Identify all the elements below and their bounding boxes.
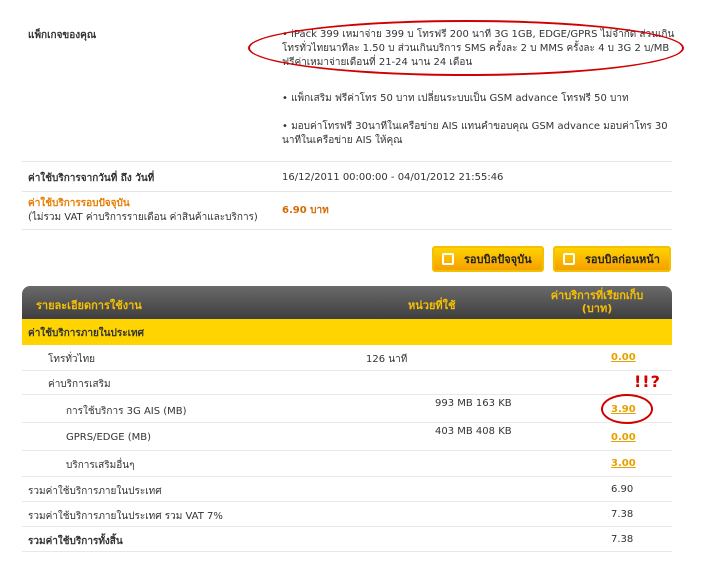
domestic-section: ค่าใช้บริการภายในประเทศ — [22, 319, 672, 345]
package-bullet-3: • มอบค่าโทรฟรี 30นาทีในเครือข่าย AIS แทน… — [282, 121, 668, 146]
grand-total-label: รวมค่าใช้บริการทั้งสิ้น — [28, 536, 123, 547]
current-charge-value: 6.90 บาท — [282, 205, 329, 216]
annotation-text: !!? — [634, 372, 661, 391]
header-detail: รายละเอียดการใช้งาน — [36, 299, 142, 312]
current-charge-labels: ค่าใช้บริการรอบปัจจุบัน (ไม่รวม VAT ค่าบ… — [28, 197, 258, 225]
header-charge-line2: (บาท) — [581, 302, 613, 315]
previous-bill-label: รอบบิลก่อนหน้า — [585, 253, 660, 266]
total-amount: 6.90 — [611, 484, 634, 495]
total-vat-label: รวมค่าใช้บริการภายในประเทศ รวม VAT 7% — [28, 511, 223, 522]
table-row: การใช้บริการ 3G AIS (MB) 993 MB 163 KB 3… — [22, 395, 672, 423]
header-units: หน่วยที่ใช้ — [408, 299, 456, 312]
package-label: แพ็กเกจของคุณ — [28, 30, 97, 41]
table-row: บริการเสริมอื่นๆ 3.00 — [22, 451, 672, 477]
row-label: GPRS/EDGE (MB) — [66, 432, 151, 443]
current-charge-label: ค่าใช้บริการรอบปัจจุบัน — [28, 198, 130, 209]
previous-bill-button[interactable]: รอบบิลก่อนหน้า — [553, 246, 671, 272]
row-label: ค่าบริการเสริม — [48, 379, 111, 390]
period-row: ค่าใช้บริการจากวันที่ ถึง วันที่ 16/12/2… — [22, 162, 672, 192]
period-value: 16/12/2011 00:00:00 - 04/01/2012 21:55:4… — [282, 172, 504, 183]
domestic-section-label: ค่าใช้บริการภายในประเทศ — [28, 328, 144, 339]
row-label: โทรทั่วไทย — [48, 354, 96, 365]
total-row: รวมค่าใช้บริการภายในประเทศ 6.90 — [22, 477, 672, 502]
row-units: 993 MB 163 KB — [435, 398, 512, 409]
table-row: GPRS/EDGE (MB) 403 MB 408 KB 0.00 — [22, 423, 672, 451]
highlight-circle — [601, 394, 653, 424]
table-row: ค่าบริการเสริม — [22, 371, 672, 395]
total-row: รวมค่าใช้บริการภายในประเทศ รวม VAT 7% 7.… — [22, 502, 672, 527]
current-charge-row: ค่าใช้บริการรอบปัจจุบัน (ไม่รวม VAT ค่าบ… — [22, 192, 672, 230]
row-units: 126 นาที — [366, 354, 408, 365]
total-vat-amount: 7.38 — [611, 509, 634, 520]
current-charge-sublabel: (ไม่รวม VAT ค่าบริการรายเดือน ค่าสินค้าแ… — [28, 212, 258, 223]
current-bill-button[interactable]: รอบบิลปัจจุบัน — [432, 246, 544, 272]
row-label: การใช้บริการ 3G AIS (MB) — [66, 406, 187, 417]
header-charge: ค่าบริการที่เรียกเก็บ (บาท) — [522, 289, 672, 315]
total-row: รวมค่าใช้บริการทั้งสิ้น 7.38 — [22, 527, 672, 552]
table-row: โทรทั่วไทย 126 นาที 0.00 — [22, 345, 672, 371]
total-label: รวมค่าใช้บริการภายในประเทศ — [28, 486, 162, 497]
row-units: 403 MB 408 KB — [435, 426, 512, 437]
row-label: บริการเสริมอื่นๆ — [66, 460, 135, 471]
row-amount-link[interactable]: 3.00 — [611, 458, 636, 469]
row-amount-link[interactable]: 0.00 — [611, 432, 636, 443]
current-bill-label: รอบบิลปัจจุบัน — [464, 253, 532, 266]
bill-icon — [563, 253, 575, 265]
header-charge-line1: ค่าบริการที่เรียกเก็บ — [550, 289, 644, 302]
bullet-text: แพ็กเสริม ฟรีค่าโทร 50 บาท เปลี่ยนระบบเป… — [291, 93, 629, 104]
bullet-text: มอบค่าโทรฟรี 30นาทีในเครือข่าย AIS แทนคำ… — [282, 121, 668, 146]
usage-table-header: รายละเอียดการใช้งาน หน่วยที่ใช้ ค่าบริกา… — [22, 286, 672, 319]
row-amount-link[interactable]: 0.00 — [611, 352, 636, 363]
period-label: ค่าใช้บริการจากวันที่ ถึง วันที่ — [28, 173, 155, 184]
package-bullet-2: • แพ็กเสริม ฟรีค่าโทร 50 บาท เปลี่ยนระบบ… — [282, 93, 629, 104]
bill-icon — [442, 253, 454, 265]
highlight-ellipse — [248, 20, 684, 76]
grand-total-amount: 7.38 — [611, 534, 634, 545]
